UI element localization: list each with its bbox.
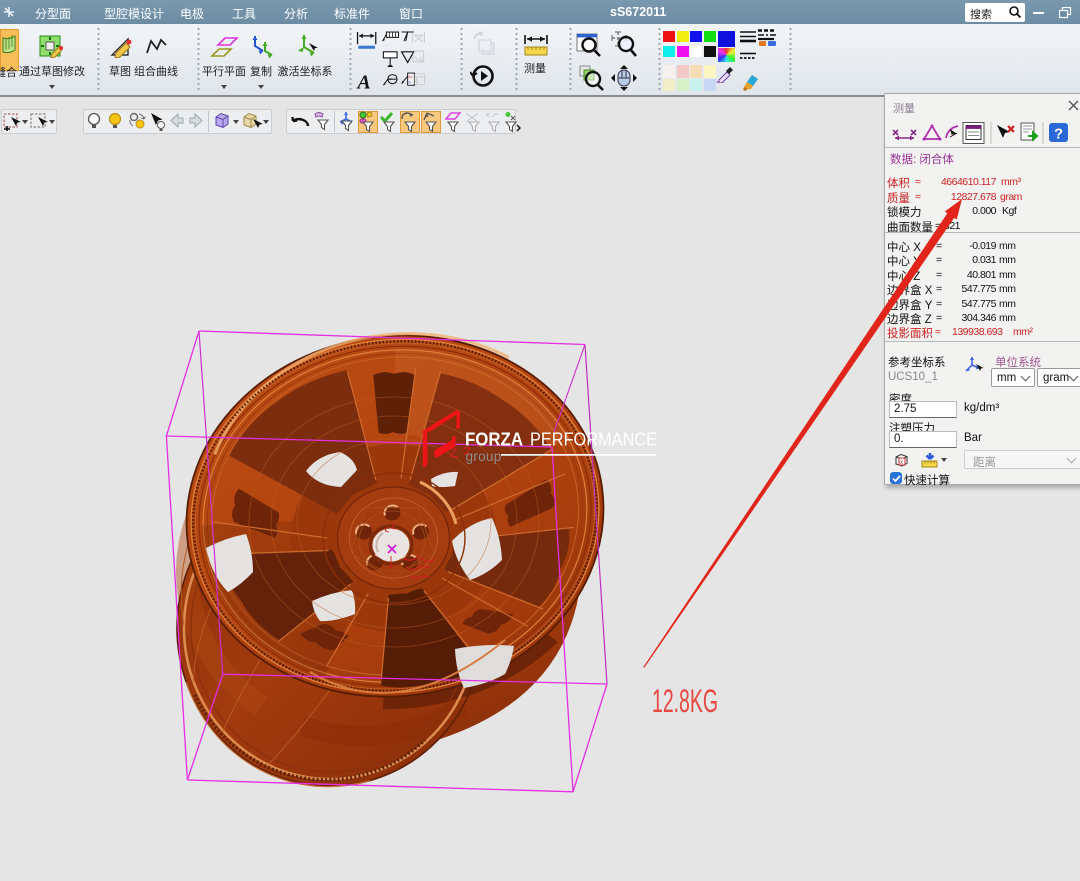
svg-text:?: ?: [1054, 126, 1063, 143]
svg-text:A: A: [356, 71, 371, 93]
svg-text:PERFORMANCE: PERFORMANCE: [530, 430, 657, 450]
svg-text:group: group: [466, 449, 502, 464]
svg-text:N: N: [408, 74, 412, 80]
svg-text:x: x: [900, 460, 903, 466]
svg-text:12.8KG: 12.8KG: [652, 683, 718, 719]
svg-text:FORZA: FORZA: [465, 430, 523, 450]
